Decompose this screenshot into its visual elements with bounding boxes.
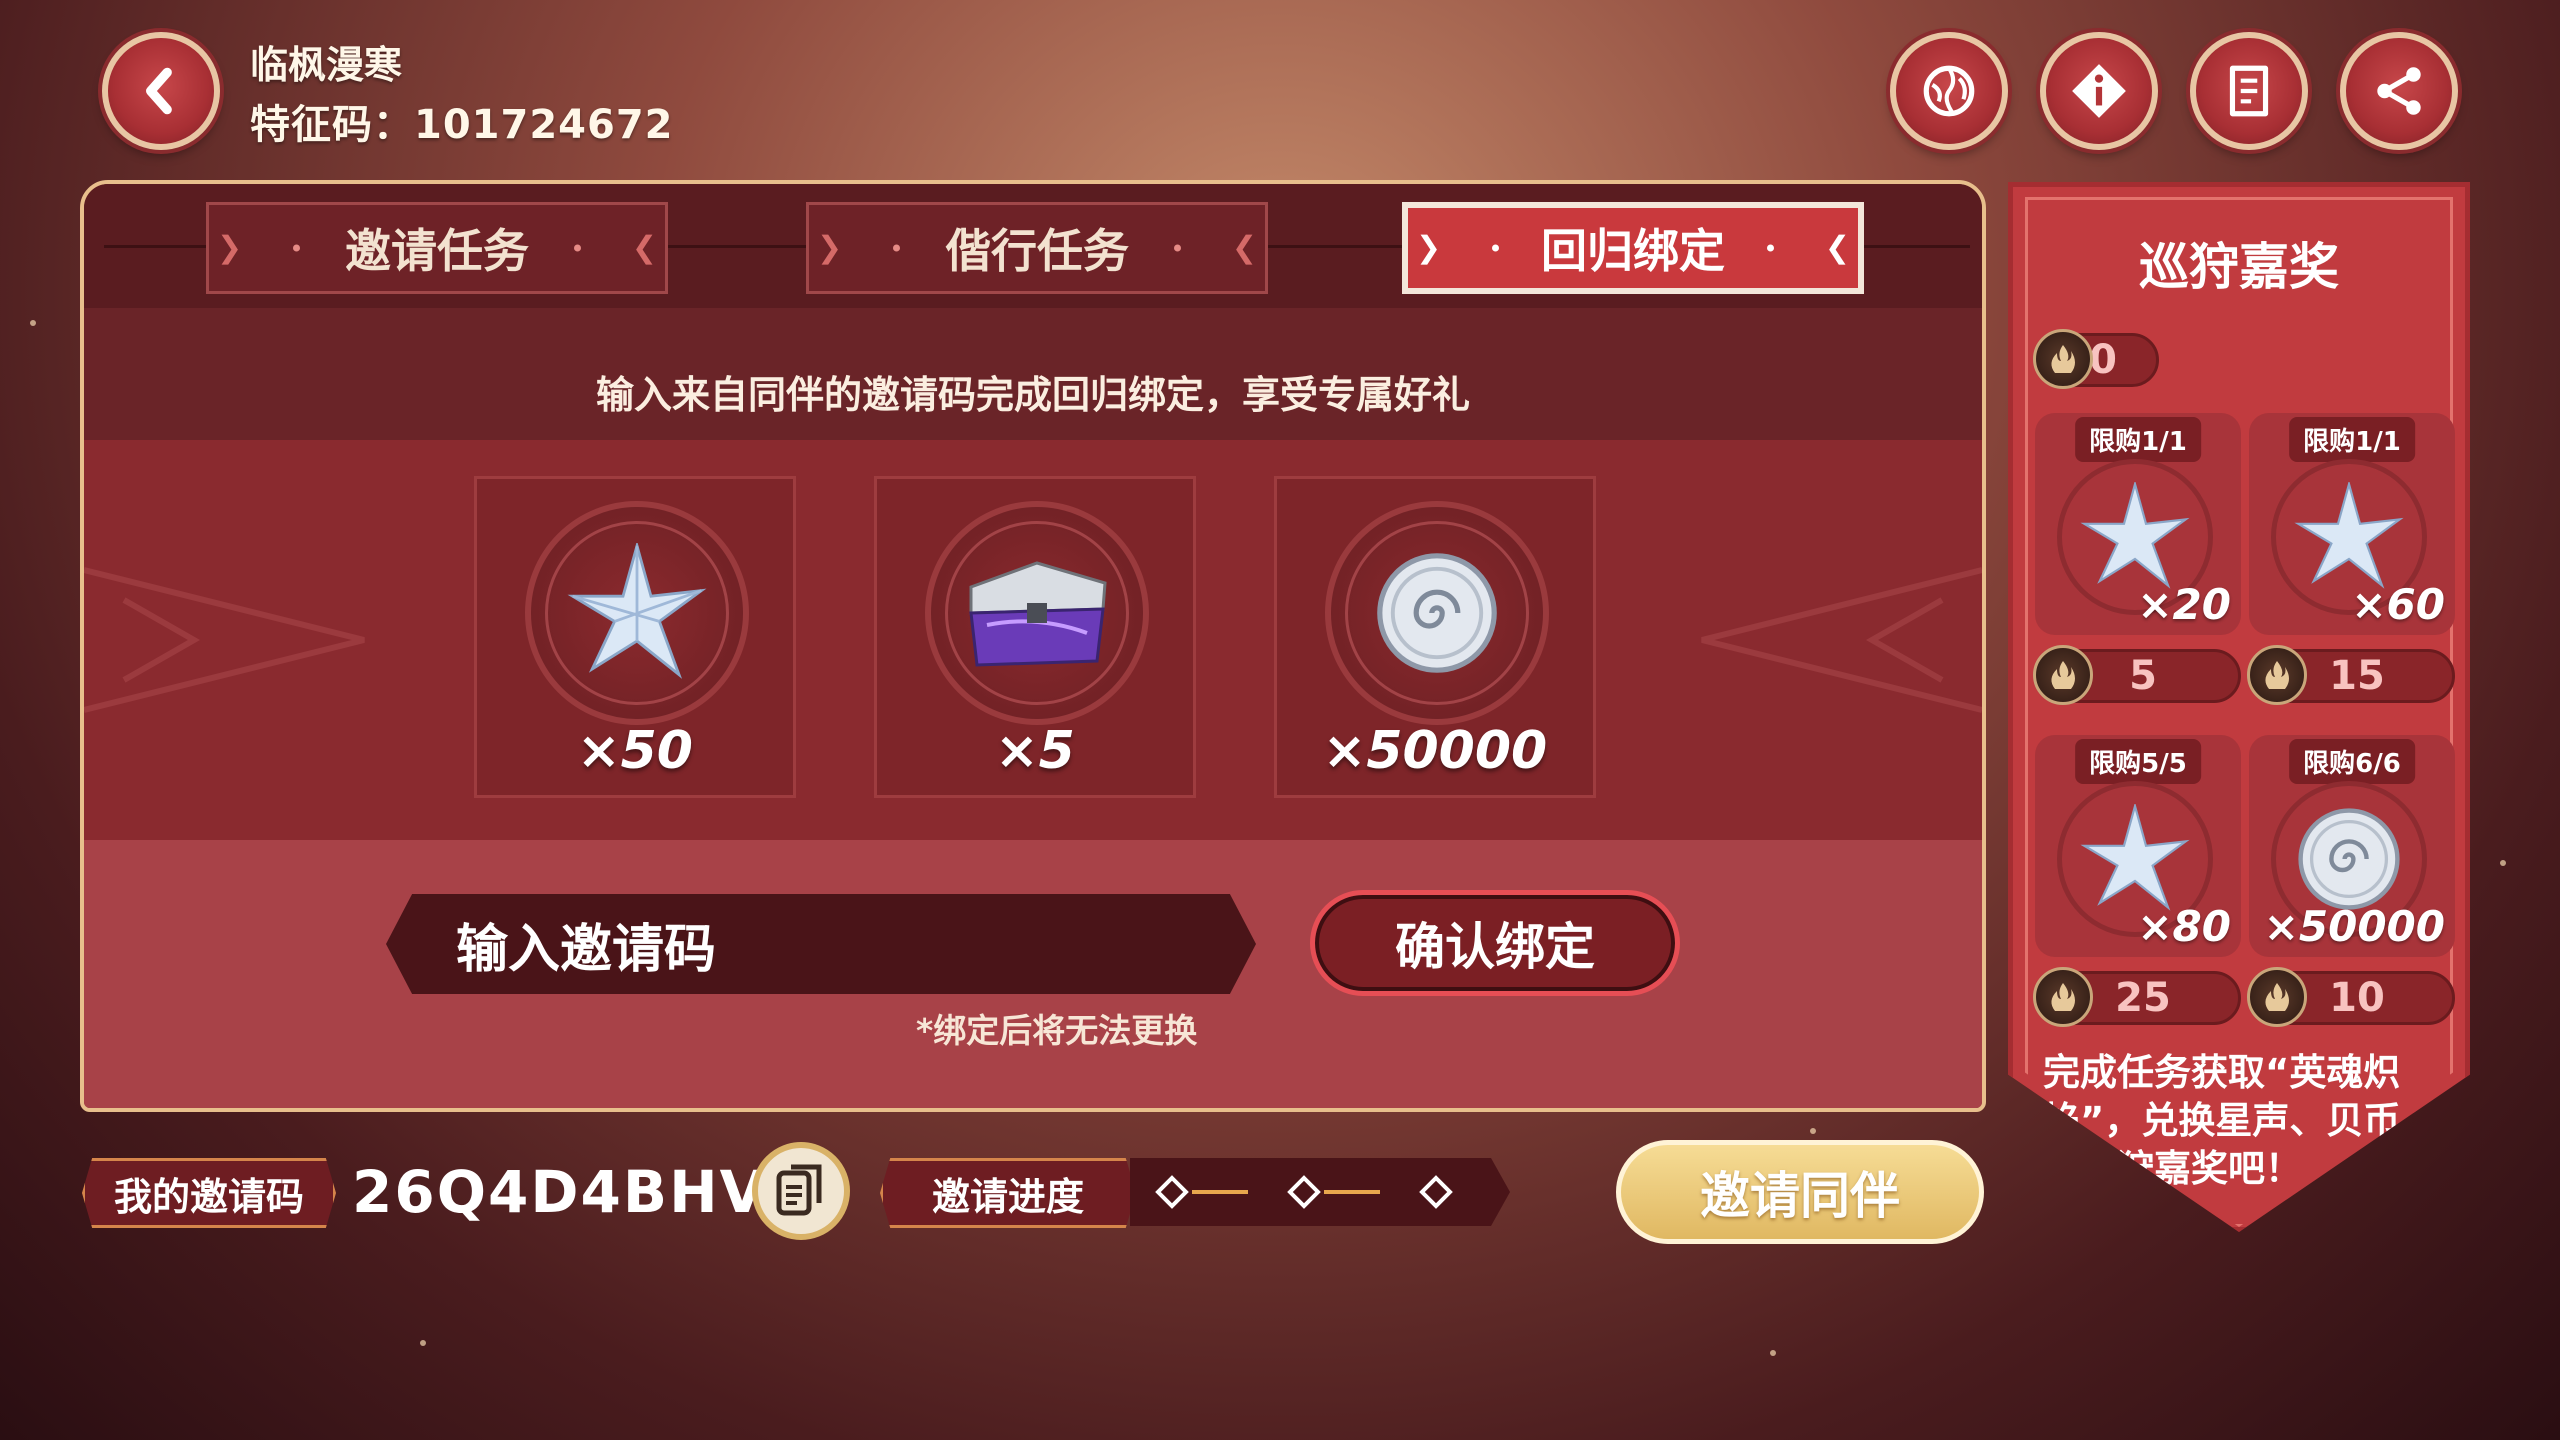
globe-button[interactable]	[1890, 32, 2008, 150]
treasure-chest-icon	[969, 561, 1107, 667]
tab-label: 邀请任务	[345, 224, 529, 278]
star-crystal-icon	[2080, 482, 2190, 589]
item-quantity: ×80	[2137, 902, 2231, 951]
price-value: 15	[2329, 653, 2385, 699]
notice-button[interactable]	[2190, 32, 2308, 150]
reward-card: ×5	[874, 476, 1196, 798]
back-arrow-icon	[146, 67, 172, 115]
flame-icon	[2051, 661, 2075, 689]
background-sparkle	[30, 320, 36, 326]
flame-icon	[2265, 983, 2289, 1011]
progress-node	[1287, 1175, 1321, 1209]
tab-dot	[293, 244, 300, 252]
progress-node	[1155, 1175, 1189, 1209]
purchase-limit: 限购6/6	[2289, 739, 2415, 784]
confirm-bind-button[interactable]: 确认绑定	[1310, 890, 1680, 996]
price-value: 25	[2115, 975, 2171, 1021]
globe-icon	[1923, 65, 1975, 117]
tab-return-binding[interactable]: ❯ 回归绑定 ❮	[1402, 202, 1864, 294]
reward-card: ×50	[474, 476, 796, 798]
star-crystal-icon	[567, 543, 707, 679]
feature-code: 特征码：101724672	[250, 102, 674, 148]
reward-quantity: ×50	[577, 721, 693, 781]
shop-item[interactable]: 限购5/5 ×80	[2035, 735, 2241, 957]
bind-note: *绑定后将无法更换	[916, 1011, 1198, 1050]
hunt-rewards-panel: 巡狩嘉奖 0 限购1/1 ×20 限购1/1 ×60 5 15 限购5/5 ×8…	[2008, 182, 2470, 1232]
player-name: 临枫漫寒	[250, 43, 403, 87]
my-invite-code: 26Q4D4BHVP	[352, 1158, 812, 1226]
back-button[interactable]	[102, 32, 220, 150]
tab-label: 回归绑定	[1541, 224, 1725, 278]
reward-quantity: ×5	[995, 721, 1075, 781]
info-icon	[2072, 64, 2126, 118]
invite-code-input[interactable]: 输入邀请码	[386, 894, 1256, 994]
purchase-limit: 限购1/1	[2289, 417, 2415, 462]
chevron-right-icon: ❯	[217, 230, 243, 266]
panel-title: 巡狩嘉奖	[2139, 238, 2339, 296]
price-value: 5	[2129, 653, 2157, 699]
panel-description: 完成任务获取“英魂炽焰”，兑换星声、贝币等巡狩嘉奖吧！	[2043, 1051, 2401, 1190]
tab-dot	[574, 244, 581, 252]
tab-invite-tasks[interactable]: ❯ 邀请任务 ❮	[206, 202, 668, 294]
chevron-left-icon: ❮	[1231, 230, 1257, 266]
shop-item[interactable]: 限购1/1 ×20	[2035, 413, 2241, 635]
tab-dot	[1767, 244, 1774, 252]
invite-progress-label: 邀请进度	[880, 1158, 1136, 1228]
chevron-left-icon: ❮	[1824, 230, 1850, 266]
flame-icon	[2051, 983, 2075, 1011]
item-quantity: ×20	[2137, 580, 2231, 629]
notice-icon	[2229, 65, 2269, 117]
silver-coin-icon	[2298, 808, 2400, 910]
reward-quantity: ×50000	[1322, 721, 1548, 781]
shop-item[interactable]: 限购6/6 ×50000	[2249, 735, 2455, 957]
band-ornament-right	[1701, 567, 1982, 713]
flame-token-icon	[2247, 645, 2307, 705]
star-crystal-icon	[2080, 804, 2190, 911]
shop-item[interactable]: 限购1/1 ×60	[2249, 413, 2455, 635]
tab-label: 偕行任务	[945, 224, 1129, 278]
reward-card: ×50000	[1274, 476, 1596, 798]
invite-companion-button[interactable]: 邀请同伴	[1616, 1140, 1984, 1244]
info-button[interactable]	[2040, 32, 2158, 150]
purchase-limit: 限购5/5	[2075, 739, 2201, 784]
tab-dot	[1492, 244, 1499, 252]
tab-dot	[893, 244, 900, 252]
background-sparkle	[1770, 1350, 1776, 1356]
item-quantity: ×50000	[2263, 902, 2445, 951]
flame-token-icon	[2033, 967, 2093, 1027]
reward-ring	[525, 501, 749, 725]
flame-icon	[2051, 345, 2075, 373]
tab-bar: ❯ 邀请任务 ❮ ❯ 偕行任务 ❮ ❯ 回归绑定 ❮	[84, 184, 1982, 308]
bind-instruction: 输入来自同伴的邀请码完成回归绑定，享受专属好礼	[595, 373, 1470, 417]
background-sparkle	[2500, 860, 2506, 866]
band-ornament-left	[84, 567, 365, 713]
progress-steps	[1155, 1175, 1453, 1209]
background-sparkle	[420, 1340, 426, 1346]
tab-companion-tasks[interactable]: ❯ 偕行任务 ❮	[806, 202, 1268, 294]
flame-token-icon	[2033, 329, 2093, 389]
chevron-right-icon: ❯	[1416, 230, 1442, 266]
background-sparkle	[1810, 1128, 1816, 1134]
price-value: 10	[2329, 975, 2385, 1021]
token-count-value: 0	[2089, 337, 2117, 383]
reward-ring	[1325, 501, 1549, 725]
tab-dot	[1174, 244, 1181, 252]
flame-token-icon	[2033, 645, 2093, 705]
my-invite-code-label: 我的邀请码	[82, 1158, 336, 1228]
chevron-left-icon: ❮	[631, 230, 657, 266]
copy-icon	[776, 1164, 822, 1216]
purchase-limit: 限购1/1	[2075, 417, 2201, 462]
copy-code-button[interactable]	[752, 1142, 850, 1240]
star-crystal-icon	[2294, 482, 2404, 589]
invite-progress-track	[1130, 1158, 1510, 1226]
reward-ring	[925, 501, 1149, 725]
flame-icon	[2265, 661, 2289, 689]
silver-coin-icon	[1377, 553, 1497, 673]
share-button[interactable]	[2340, 32, 2458, 150]
flame-token-icon	[2247, 967, 2307, 1027]
progress-node	[1419, 1175, 1453, 1209]
item-quantity: ×60	[2351, 580, 2445, 629]
chevron-right-icon: ❯	[817, 230, 843, 266]
share-icon	[2377, 67, 2421, 115]
